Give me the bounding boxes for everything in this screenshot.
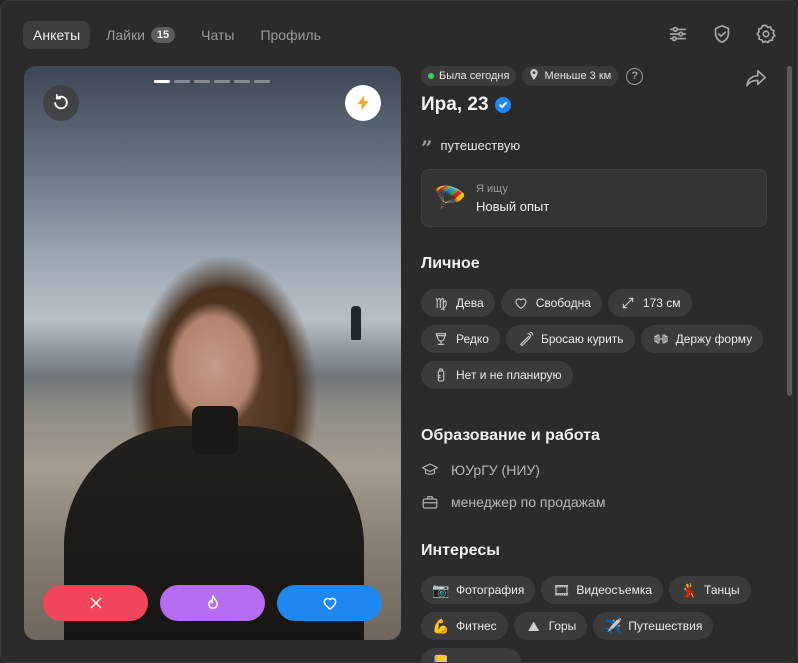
lightning-icon	[357, 95, 369, 111]
gear-icon[interactable]	[755, 23, 777, 45]
chip-smoking: Бросаю курить	[505, 325, 635, 353]
looking-for-card: 🪂 Я ищу Новый опыт	[421, 169, 767, 227]
photo-dot[interactable]	[194, 80, 210, 83]
photo-dot[interactable]	[254, 80, 270, 83]
shield-check-icon[interactable]	[711, 23, 733, 45]
film-icon: 🎞	[552, 581, 571, 598]
chip-interest-fitness: 💪 Фитнес	[421, 612, 508, 640]
tab-profiles[interactable]: Анкеты	[23, 21, 91, 49]
profile-info: Была сегодня Меньше 3 км ? Ира, 23 ” пут…	[421, 66, 767, 663]
photo-dot[interactable]	[214, 80, 230, 83]
baby-bottle-icon	[432, 366, 450, 384]
photo-dot[interactable]	[174, 80, 190, 83]
filters-icon[interactable]	[667, 23, 689, 45]
tab-likes[interactable]: Лайки 15	[96, 21, 185, 49]
profile-name: Ира, 23	[421, 94, 767, 116]
undo-button[interactable]	[43, 85, 79, 121]
graduation-cap-icon	[421, 463, 439, 475]
online-dot-icon	[428, 73, 434, 79]
chip-interest-video: 🎞 Видеосъемка	[541, 576, 664, 604]
parachute-icon: 🪂	[434, 182, 467, 213]
photo-indicator	[154, 80, 270, 83]
flame-icon	[207, 595, 218, 609]
chip-interest-travel: ✈️ Путешествия	[593, 612, 714, 640]
cigarette-icon	[517, 330, 535, 348]
scrollbar[interactable]	[787, 66, 792, 396]
education-university: ЮУрГУ (НИУ)	[421, 460, 767, 480]
chip-children: Нет и не планирую	[421, 361, 573, 389]
section-title-interests: Интересы	[421, 542, 500, 559]
chip-relationship: Свободна	[500, 289, 602, 317]
likes-count-badge: 15	[150, 27, 176, 43]
tab-profile[interactable]: Профиль	[250, 21, 330, 49]
tab-chats[interactable]: Чаты	[191, 21, 244, 49]
dumbbell-icon	[652, 330, 670, 348]
camera-icon: 📷	[432, 581, 450, 598]
mountain-icon: ⛰	[527, 617, 540, 634]
swipe-actions	[43, 585, 382, 621]
help-icon[interactable]: ?	[626, 67, 644, 85]
chip-fitness: Держу форму	[640, 325, 764, 353]
photo-dot[interactable]	[154, 80, 170, 83]
chip-interest-photography: 📷 Фотография	[421, 576, 536, 604]
dislike-button[interactable]	[43, 585, 148, 621]
chip-interest-dance: 💃 Танцы	[669, 576, 751, 604]
section-title-personal: Личное	[421, 255, 480, 272]
app-window: Анкеты Лайки 15 Чаты Профиль Была сегодн…	[0, 0, 798, 663]
book-icon: 📒	[432, 653, 450, 663]
close-icon	[90, 597, 101, 609]
chip-zodiac: ♍ Дева	[421, 289, 495, 317]
airplane-icon: ✈️	[604, 617, 623, 634]
superlike-button[interactable]	[160, 585, 265, 621]
glass-icon	[432, 330, 450, 348]
briefcase-icon	[422, 496, 438, 509]
education-job: менеджер по продажам	[421, 492, 767, 512]
verified-icon	[494, 97, 511, 113]
status-pills: Была сегодня Меньше 3 км ?	[421, 66, 767, 86]
undo-icon	[54, 94, 68, 110]
section-title-education: Образование и работа	[421, 427, 600, 444]
location-pin-icon	[529, 69, 539, 83]
like-button[interactable]	[277, 585, 382, 621]
dancer-icon: 💃	[680, 581, 698, 598]
virgo-icon: ♍	[434, 294, 448, 311]
share-icon[interactable]	[745, 68, 767, 88]
personal-chips: ♍ Дева Свободна 173 см Редко Бросаю курит…	[421, 289, 767, 389]
online-status: Была сегодня	[421, 66, 517, 86]
chip-height: 173 см	[607, 289, 692, 317]
distance-badge: Меньше 3 км	[522, 66, 619, 86]
quote-icon: ”	[421, 136, 433, 160]
chip-alcohol: Редко	[421, 325, 500, 353]
height-icon	[619, 294, 637, 312]
heart-icon	[512, 294, 530, 312]
bio: ” путешествую	[421, 136, 521, 160]
interest-chips: 📷 Фотография 🎞 Видеосъемка 💃 Танцы 💪 Фитнес …	[421, 576, 767, 663]
chip-interest-partial: 📒	[421, 648, 521, 663]
biceps-icon: 💪	[432, 617, 450, 634]
boost-button[interactable]	[345, 85, 381, 121]
photo-dot[interactable]	[234, 80, 250, 83]
main-tabs: Анкеты Лайки 15 Чаты Профиль	[23, 21, 331, 49]
top-actions	[667, 23, 777, 45]
chip-interest-mountains: ⛰ Горы	[513, 612, 588, 640]
profile-photo[interactable]	[24, 66, 401, 640]
heart-icon	[323, 597, 336, 610]
